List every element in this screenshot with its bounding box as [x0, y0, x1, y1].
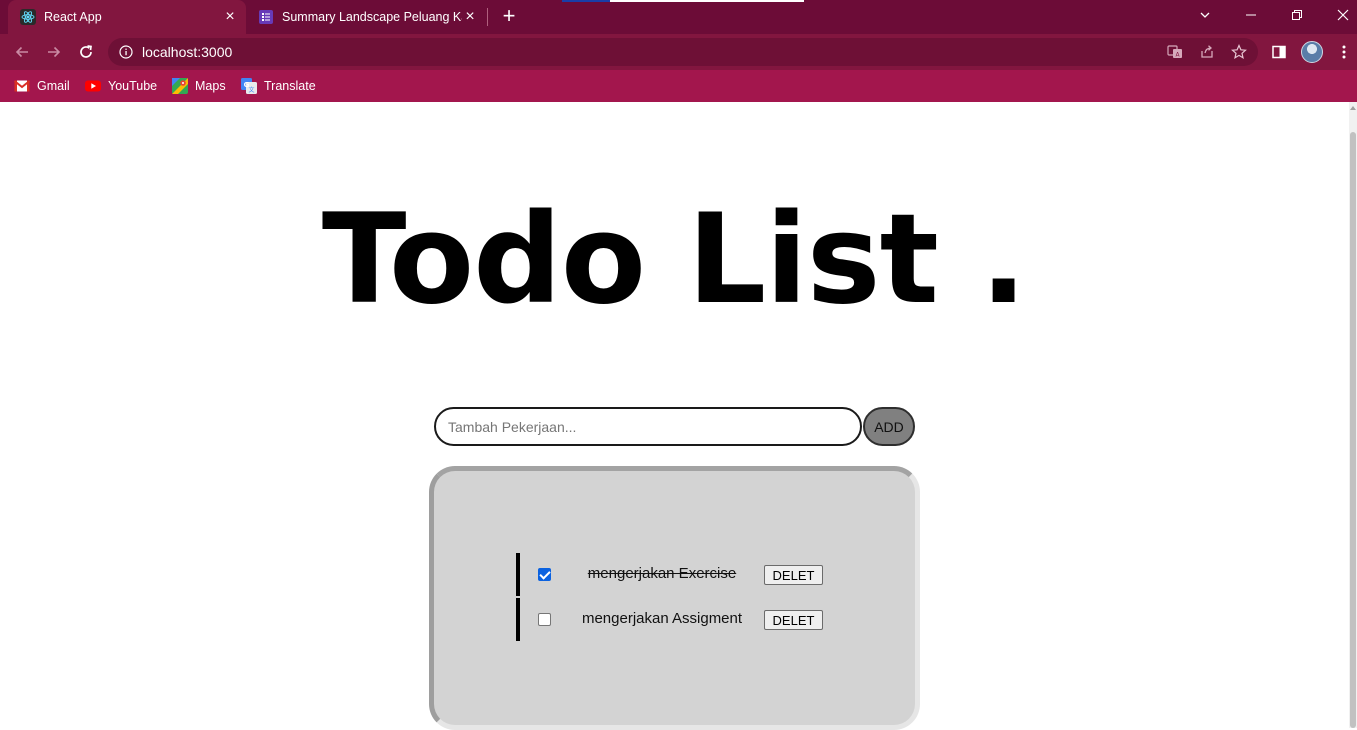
- delete-button[interactable]: DELET: [764, 610, 823, 630]
- delete-button[interactable]: DELET: [764, 565, 823, 585]
- page-scrollbar[interactable]: [1349, 102, 1357, 728]
- translate-page-icon[interactable]: A: [1166, 43, 1184, 61]
- reload-icon[interactable]: [74, 40, 98, 64]
- maps-icon: [172, 78, 188, 94]
- close-tab-icon[interactable]: ×: [222, 8, 238, 25]
- bookmark-translate[interactable]: G文 Translate: [241, 76, 316, 96]
- todo-item: mengerjakan Assigment DELET: [516, 598, 836, 641]
- gmail-icon: [14, 78, 30, 94]
- browser-toolbar: localhost:3000 A: [0, 34, 1357, 70]
- restore-icon[interactable]: [1274, 0, 1320, 30]
- forms-icon: [258, 9, 274, 25]
- bookmarks-bar: Gmail YouTube Maps G文 Translate: [0, 70, 1357, 102]
- browser-tabstrip: React App × Summary Landscape Peluang Ka…: [0, 0, 1357, 34]
- bookmark-youtube[interactable]: YouTube: [85, 76, 157, 96]
- page-viewport: Todo List . ADD mengerjakan Exercise DEL…: [0, 102, 1357, 730]
- bookmark-gmail[interactable]: Gmail: [14, 76, 70, 96]
- todo-item: mengerjakan Exercise DELET: [516, 553, 836, 596]
- svg-text:文: 文: [248, 86, 254, 94]
- todo-checkbox[interactable]: [538, 613, 551, 626]
- todo-text: mengerjakan Assigment: [581, 610, 743, 627]
- page-title: Todo List .: [321, 188, 1027, 332]
- bookmark-maps[interactable]: Maps: [172, 76, 226, 96]
- bookmark-star-icon[interactable]: [1230, 43, 1248, 61]
- bookmark-label: Gmail: [37, 79, 70, 93]
- back-icon[interactable]: [10, 40, 34, 64]
- add-button[interactable]: ADD: [863, 407, 915, 446]
- close-window-icon[interactable]: [1320, 0, 1357, 30]
- tab-search-icon[interactable]: [1182, 0, 1228, 30]
- scrollbar-thumb[interactable]: [1350, 132, 1356, 728]
- url-text[interactable]: localhost:3000: [142, 44, 232, 60]
- todo-text: mengerjakan Exercise: [587, 565, 737, 582]
- menu-kebab-icon[interactable]: [1332, 40, 1356, 64]
- react-icon: [20, 9, 36, 25]
- tab-title: Summary Landscape Peluang Kar: [282, 10, 462, 24]
- minimize-icon[interactable]: [1228, 0, 1274, 30]
- avatar[interactable]: [1301, 41, 1323, 63]
- tab-summary-landscape[interactable]: Summary Landscape Peluang Kar ×: [248, 0, 486, 34]
- tab-react-app[interactable]: React App ×: [8, 0, 246, 34]
- youtube-icon: [85, 78, 101, 94]
- forward-icon[interactable]: [42, 40, 66, 64]
- bookmark-label: Translate: [264, 79, 316, 93]
- bookmark-label: Maps: [195, 79, 226, 93]
- new-tab-icon[interactable]: +: [498, 5, 520, 28]
- tab-title: React App: [44, 10, 102, 24]
- scroll-up-icon[interactable]: [1350, 106, 1356, 110]
- side-panel-icon[interactable]: [1267, 40, 1291, 64]
- tab-separator: [487, 8, 488, 26]
- bookmark-label: YouTube: [108, 79, 158, 93]
- profile-avatar[interactable]: [1300, 40, 1324, 64]
- share-icon[interactable]: [1198, 43, 1216, 61]
- translate-icon: G文: [241, 78, 257, 94]
- address-bar[interactable]: localhost:3000 A: [108, 38, 1258, 66]
- close-tab-icon[interactable]: ×: [462, 8, 478, 25]
- todo-input[interactable]: [434, 407, 862, 446]
- todo-checkbox[interactable]: [538, 568, 551, 581]
- tab-drag-indicator: [562, 0, 804, 2]
- site-info-icon[interactable]: [119, 45, 133, 59]
